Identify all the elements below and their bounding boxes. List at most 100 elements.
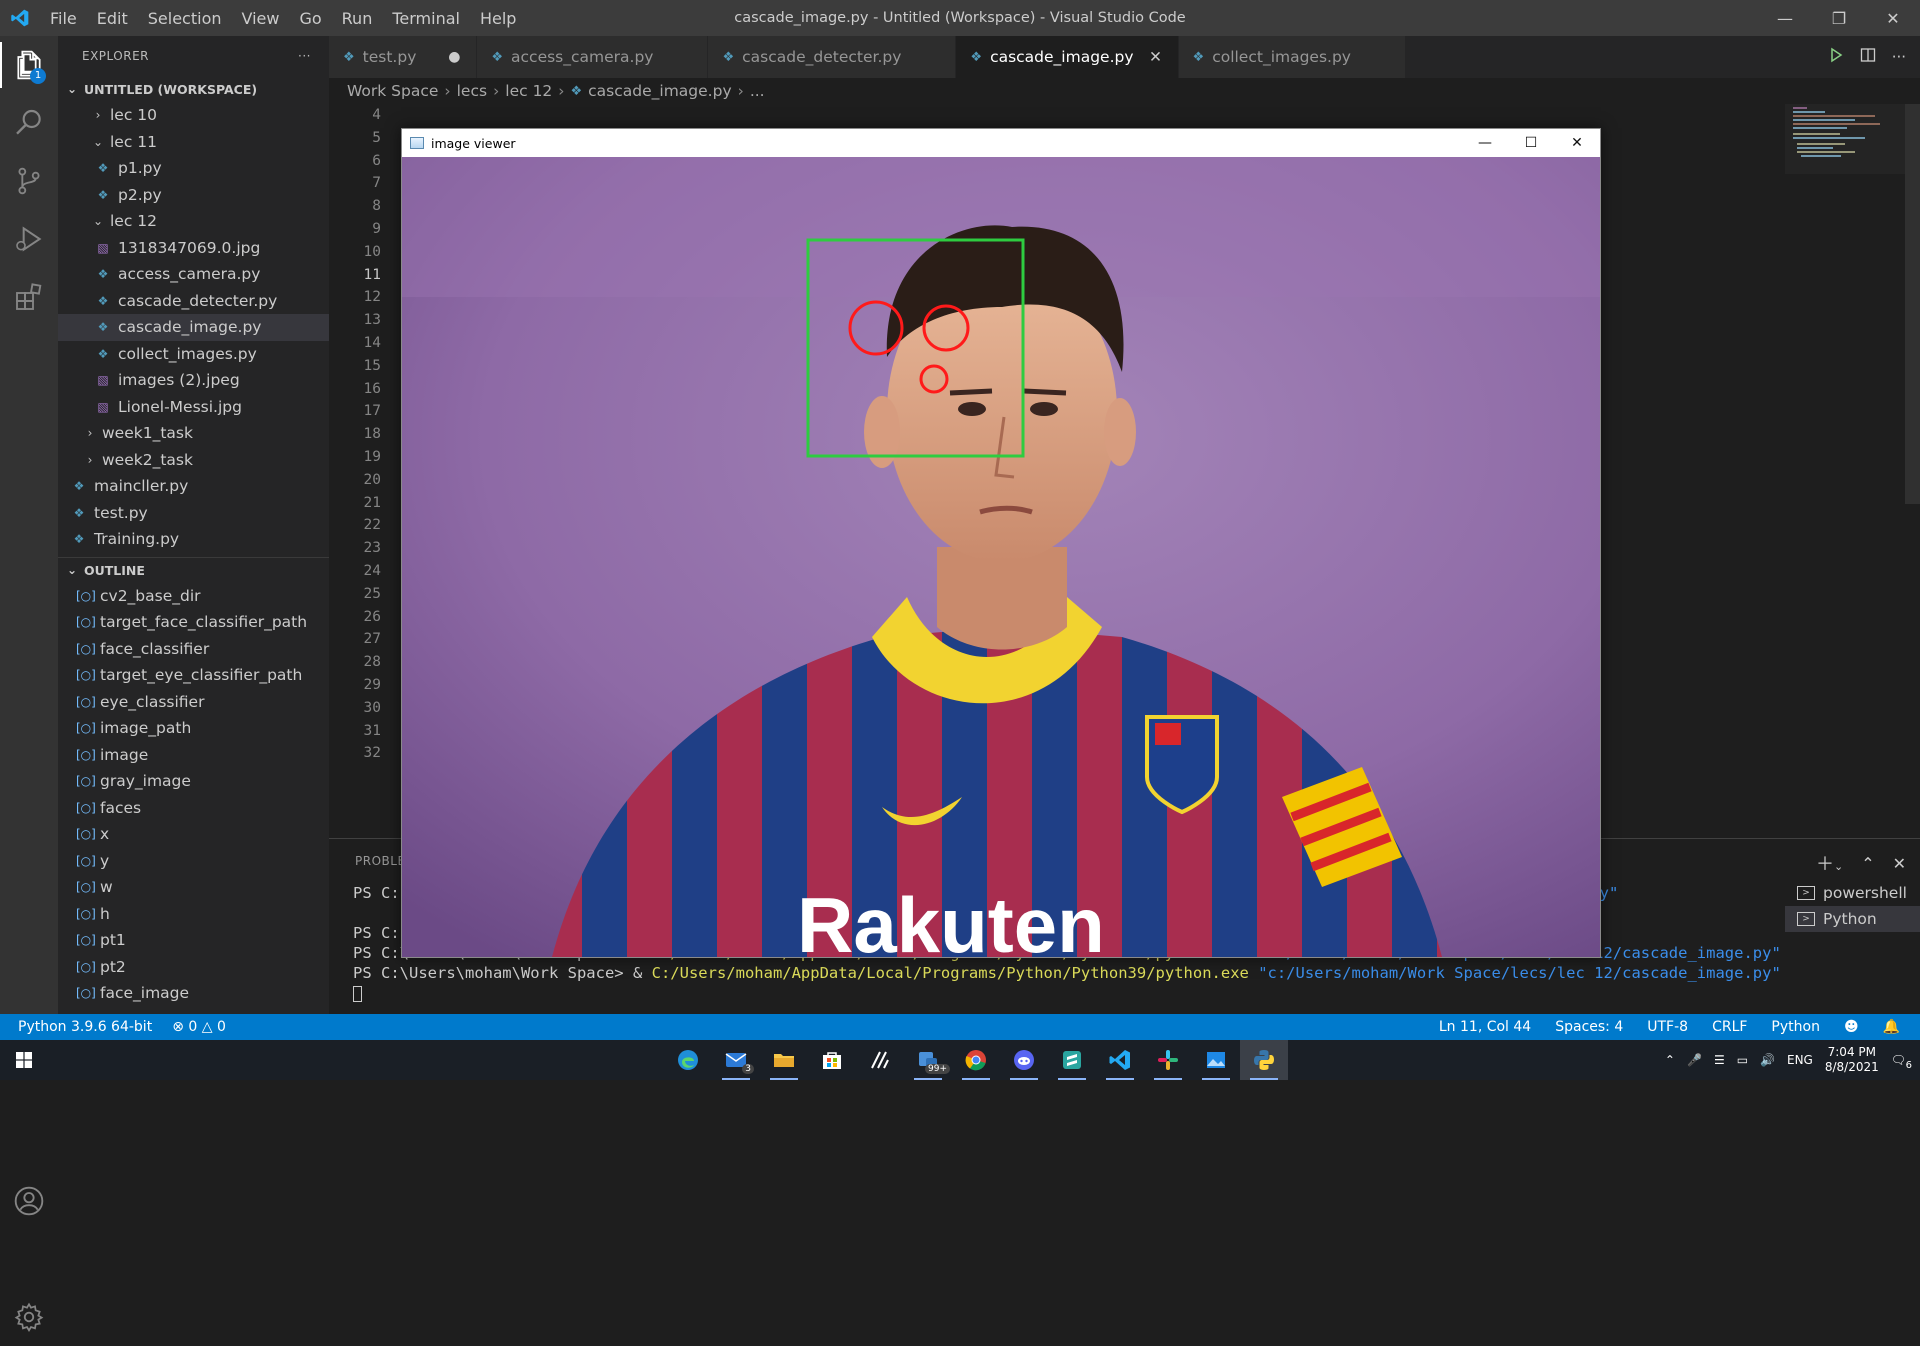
file-item[interactable]: ❖ Training.py bbox=[58, 526, 329, 553]
bell-icon[interactable]: 🔔 bbox=[1883, 1019, 1900, 1035]
close-icon[interactable]: ✕ bbox=[1866, 0, 1920, 36]
editor-scrollbar[interactable] bbox=[1905, 104, 1920, 504]
taskbar-chrome[interactable] bbox=[952, 1040, 1000, 1080]
restore-icon[interactable]: ❐ bbox=[1812, 0, 1866, 36]
outline-item[interactable]: [○] pt1 bbox=[58, 927, 329, 954]
outline-item[interactable]: [○] faces bbox=[58, 795, 329, 822]
outline-item[interactable]: [○] cv2_base_dir bbox=[58, 583, 329, 610]
file-item[interactable]: ❖ p2.py bbox=[58, 182, 329, 209]
outline-item[interactable]: [○] image_path bbox=[58, 715, 329, 742]
breadcrumb-item[interactable]: ... bbox=[750, 82, 765, 100]
editor-tab[interactable]: ❖ access_camera.py bbox=[477, 36, 709, 78]
folder-item[interactable]: ⌄ lec 11 bbox=[58, 129, 329, 156]
network-icon[interactable]: ☰ bbox=[1714, 1053, 1725, 1067]
microphone-icon[interactable]: 🎤 bbox=[1687, 1053, 1702, 1067]
menu-edit[interactable]: Edit bbox=[87, 9, 138, 28]
indentation[interactable]: Spaces: 4 bbox=[1555, 1019, 1623, 1035]
editor-tab[interactable]: ❖ cascade_image.py ✕ bbox=[956, 36, 1179, 78]
run-debug-button[interactable] bbox=[0, 210, 58, 268]
file-item[interactable]: ❖ cascade_detecter.py bbox=[58, 288, 329, 315]
more-editor-actions-icon[interactable]: ··· bbox=[1892, 48, 1906, 66]
menu-run[interactable]: Run bbox=[332, 9, 383, 28]
taskbar-slack[interactable] bbox=[1144, 1040, 1192, 1080]
outline-section-header[interactable]: ⌄ OUTLINE bbox=[58, 556, 329, 583]
taskbar-vscode[interactable] bbox=[1096, 1040, 1144, 1080]
close-tab-icon[interactable]: ✕ bbox=[1148, 48, 1164, 66]
outline-item[interactable]: [○] image bbox=[58, 742, 329, 769]
terminal-instance[interactable]: > Python bbox=[1785, 906, 1920, 932]
breadcrumb-item[interactable]: Work Space bbox=[347, 82, 438, 100]
manage-button[interactable] bbox=[0, 1288, 58, 1346]
line-ending[interactable]: CRLF bbox=[1712, 1019, 1747, 1035]
minimize-icon[interactable]: — bbox=[1462, 129, 1508, 157]
menu-view[interactable]: View bbox=[232, 9, 290, 28]
taskbar-photos[interactable] bbox=[1192, 1040, 1240, 1080]
folder-item[interactable]: › week1_task bbox=[58, 420, 329, 447]
maximize-icon[interactable]: ☐ bbox=[1508, 129, 1554, 157]
menu-terminal[interactable]: Terminal bbox=[382, 9, 470, 28]
outline-item[interactable]: [○] h bbox=[58, 901, 329, 928]
outline-item[interactable]: [○] eye_classifier bbox=[58, 689, 329, 716]
display-icon[interactable]: ▭ bbox=[1737, 1053, 1748, 1067]
file-item[interactable]: ❖ maincller.py bbox=[58, 473, 329, 500]
split-editor-icon[interactable] bbox=[1860, 47, 1876, 67]
accounts-button[interactable] bbox=[0, 1172, 58, 1230]
unsaved-dot-icon[interactable]: ● bbox=[446, 49, 462, 65]
terminal-cursor[interactable] bbox=[329, 983, 1920, 1003]
menu-go[interactable]: Go bbox=[289, 9, 331, 28]
menu-selection[interactable]: Selection bbox=[138, 9, 232, 28]
folder-item[interactable]: › lec 10 bbox=[58, 102, 329, 129]
outline-item[interactable]: [○] target_eye_classifier_path bbox=[58, 662, 329, 689]
minimap[interactable] bbox=[1785, 104, 1905, 174]
run-file-icon[interactable] bbox=[1828, 47, 1844, 67]
outline-item[interactable]: [○] face_image bbox=[58, 980, 329, 1007]
tab-problems[interactable]: PROBLE bbox=[355, 854, 406, 868]
file-item[interactable]: ❖ access_camera.py bbox=[58, 261, 329, 288]
outline-item[interactable]: [○] x bbox=[58, 821, 329, 848]
workspace-section-header[interactable]: ⌄ UNTITLED (WORKSPACE) bbox=[58, 76, 329, 102]
file-item[interactable]: ❖ cascade_image.py bbox=[58, 314, 329, 341]
terminal-instance[interactable]: > powershell bbox=[1785, 880, 1920, 906]
outline-item[interactable]: [○] target_face_classifier_path bbox=[58, 609, 329, 636]
outline-item[interactable]: [○] y bbox=[58, 848, 329, 875]
breadcrumb-item[interactable]: cascade_image.py bbox=[588, 82, 731, 100]
outline-item[interactable]: [○] gray_image bbox=[58, 768, 329, 795]
start-button[interactable] bbox=[0, 1040, 48, 1080]
outline-item[interactable]: [○] pt2 bbox=[58, 954, 329, 981]
notification-center-icon[interactable]: 🗨 6 bbox=[1891, 1053, 1912, 1071]
file-item[interactable]: ❖ p1.py bbox=[58, 155, 329, 182]
taskbar-mail[interactable]: 3 bbox=[712, 1040, 760, 1080]
taskbar-notion[interactable] bbox=[856, 1040, 904, 1080]
taskbar-discord[interactable] bbox=[1000, 1040, 1048, 1080]
new-terminal-icon[interactable]: ＋⌄ bbox=[1816, 850, 1843, 876]
image-viewer-titlebar[interactable]: image viewer — ☐ ✕ bbox=[402, 129, 1600, 157]
show-hidden-icons-icon[interactable]: ⌃ bbox=[1665, 1053, 1675, 1067]
file-item[interactable]: ▧ 1318347069.0.jpg bbox=[58, 235, 329, 262]
breadcrumb-item[interactable]: lecs bbox=[457, 82, 487, 100]
taskbar-store[interactable] bbox=[808, 1040, 856, 1080]
file-item[interactable]: ❖ collect_images.py bbox=[58, 341, 329, 368]
cursor-position[interactable]: Ln 11, Col 44 bbox=[1439, 1019, 1531, 1035]
feedback-icon[interactable]: ☻ bbox=[1844, 1019, 1859, 1035]
clock[interactable]: 7:04 PM 8/8/2021 bbox=[1825, 1045, 1879, 1075]
menu-help[interactable]: Help bbox=[470, 9, 526, 28]
close-panel-icon[interactable]: ✕ bbox=[1893, 854, 1906, 873]
menu-file[interactable]: File bbox=[40, 9, 87, 28]
taskbar-teams[interactable]: 99+ bbox=[904, 1040, 952, 1080]
search-button[interactable] bbox=[0, 94, 58, 152]
language-mode[interactable]: Python bbox=[1771, 1019, 1820, 1035]
editor-tab[interactable]: ❖ test.py ● bbox=[329, 36, 478, 78]
language-indicator[interactable]: ENG bbox=[1787, 1053, 1813, 1067]
minimize-icon[interactable]: — bbox=[1758, 0, 1812, 36]
breadcrumb-item[interactable]: lec 12 bbox=[505, 82, 552, 100]
outline-item[interactable]: [○] w bbox=[58, 874, 329, 901]
file-item[interactable]: ❖ test.py bbox=[58, 500, 329, 527]
file-item[interactable]: ▧ images (2).jpeg bbox=[58, 367, 329, 394]
taskbar-sublime[interactable] bbox=[1048, 1040, 1096, 1080]
folder-item[interactable]: › week2_task bbox=[58, 447, 329, 474]
maximize-panel-icon[interactable]: ⌃ bbox=[1861, 854, 1874, 873]
taskbar-file-explorer[interactable] bbox=[760, 1040, 808, 1080]
folder-item[interactable]: ⌄ lec 12 bbox=[58, 208, 329, 235]
close-icon[interactable]: ✕ bbox=[1554, 129, 1600, 157]
editor-tab[interactable]: ❖ collect_images.py bbox=[1178, 36, 1406, 78]
